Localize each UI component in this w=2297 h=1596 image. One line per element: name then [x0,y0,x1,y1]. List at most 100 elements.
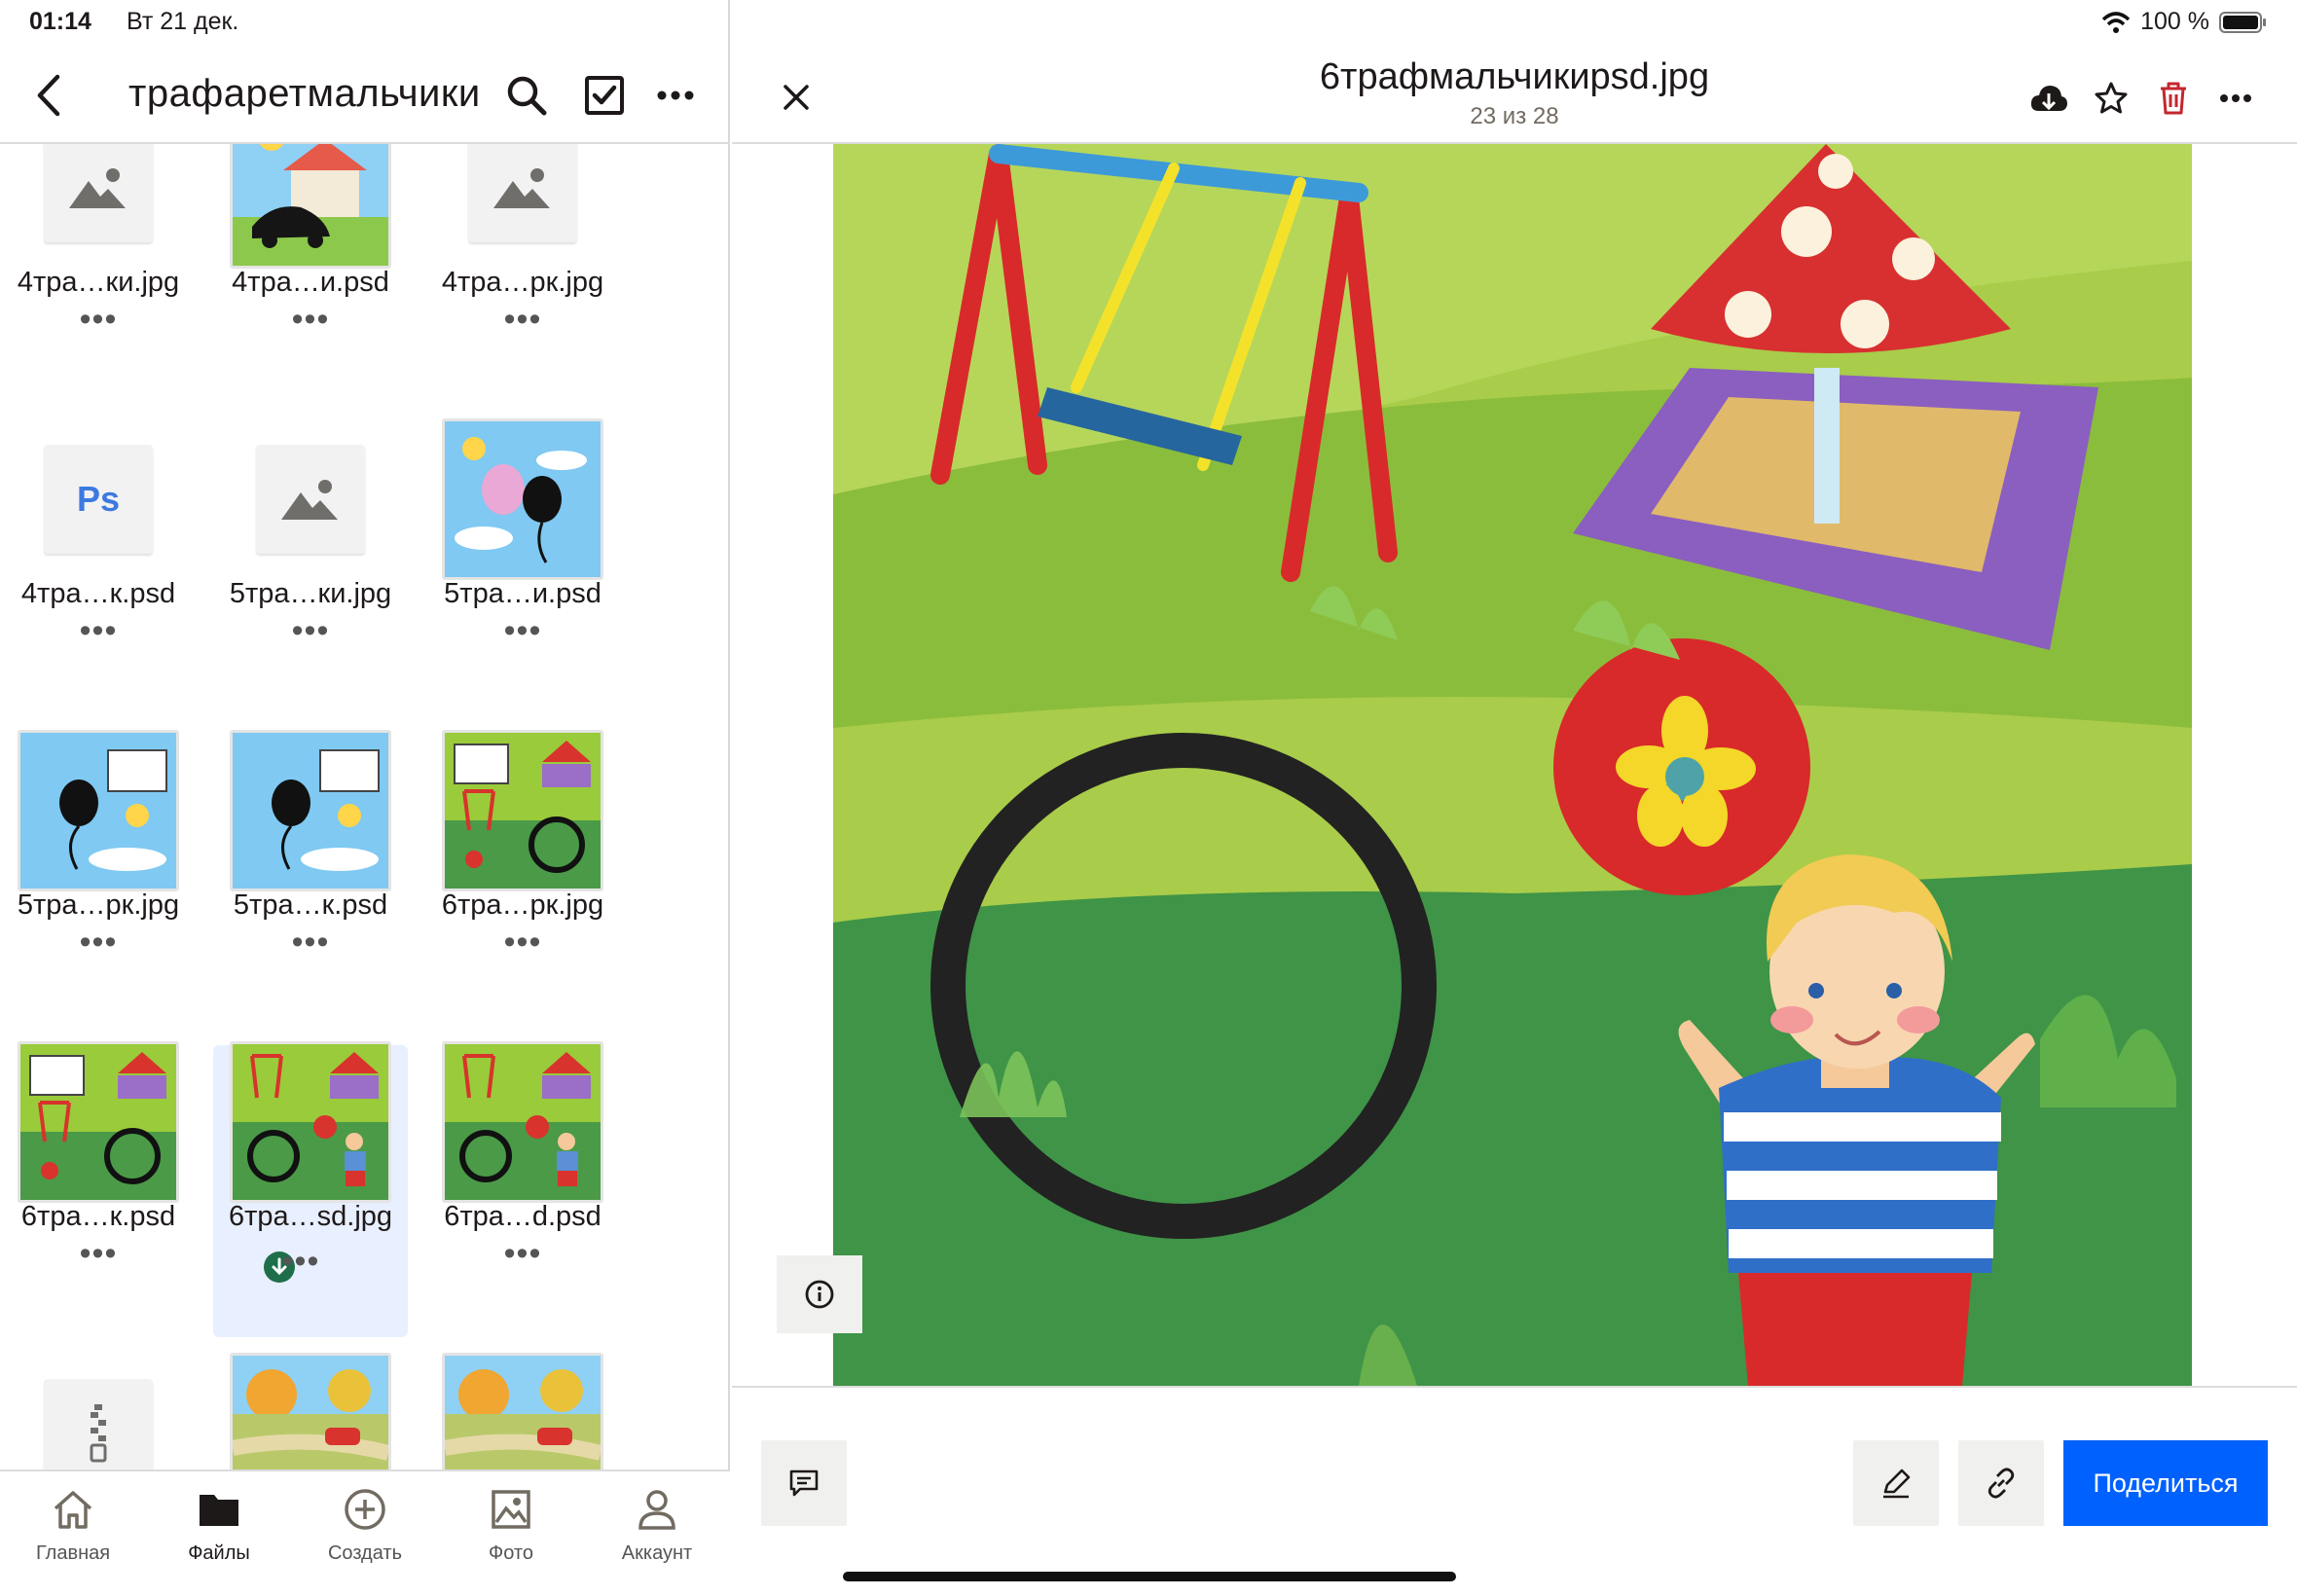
chevron-left-icon [37,74,60,117]
file-tile[interactable]: Ps 4тра…к.psd ••• [1,407,196,699]
file-name: 5тра…к.psd [233,889,388,921]
file-thumbnail [16,728,181,893]
file-tile[interactable]: 5тра…рк.jpg ••• [1,718,196,1010]
delete-button[interactable] [2151,76,2196,121]
file-thumbnail [440,417,605,582]
playground-illustration [833,144,2192,1386]
info-button[interactable] [777,1255,862,1333]
tab-label: Создать [327,1542,402,1564]
person-icon [638,1490,675,1530]
plus-circle-icon [345,1489,385,1530]
viewer-more-button[interactable] [2213,76,2258,121]
file-name: 4тра…и.psd [232,267,389,298]
share-button[interactable]: Поделиться [2063,1440,2268,1526]
file-name: 5тра…ки.jpg [229,578,392,609]
file-more-button[interactable]: ••• [425,1237,620,1270]
photo-icon [492,1490,530,1529]
cloud-download-icon [2030,86,2067,111]
balloon-preview [445,421,601,577]
file-tile[interactable]: 6тра…рк.jpg ••• [425,718,620,1010]
file-more-button[interactable]: ••• [213,303,408,336]
file-name: 6тра…рк.jpg [441,889,604,921]
generic-image-icon [281,480,338,520]
file-thumbnail [440,1039,605,1205]
checkbox-icon [585,76,624,115]
battery-icon [2219,11,2266,33]
viewer-footer: Поделиться [732,1386,2297,1596]
ball [1553,638,1810,895]
info-icon [805,1280,834,1309]
tab-files[interactable]: Файлы [146,1487,292,1565]
star-button[interactable] [2089,76,2133,121]
file-tile[interactable] [1,1341,196,1469]
copy-link-button[interactable] [1958,1440,2044,1526]
tab-photos[interactable]: Фото [438,1487,584,1565]
folder-title: трафаретмальчики [128,72,481,115]
file-tile[interactable]: 5тра…и.psd ••• [425,407,620,699]
file-tile[interactable]: 4тра…ки.jpg ••• [1,144,196,387]
playground-boy-preview [445,1044,601,1200]
file-tile[interactable]: 5тра…к.psd ••• [213,718,408,1010]
file-name: 6тра…d.psd [444,1201,602,1232]
file-thumbnail [228,728,393,893]
tab-account[interactable]: Аккаунт [584,1487,730,1565]
tab-label: Аккаунт [621,1542,693,1564]
file-more-button[interactable]: ••• [1,1237,196,1270]
file-grid: 4тра…ки.jpg ••• 4тра…и.psd ••• 4тра…рк.j… [0,144,730,1469]
file-thumbnail [16,1039,181,1205]
image-viewer [732,144,2297,1386]
file-tile[interactable] [213,1341,408,1469]
star-icon [2095,82,2128,114]
file-tile[interactable]: 6тра…к.psd ••• [1,1030,196,1322]
file-thumbnail [228,1351,393,1469]
balloon-sign-preview [20,733,176,889]
tab-bar: Главная Файлы Создать Фото Аккаунт [0,1469,730,1596]
search-button[interactable] [499,68,554,123]
tab-label: Файлы [188,1542,250,1564]
home-icon [54,1491,92,1529]
status-right: 100 % [2101,8,2268,36]
file-more-button[interactable]: ••• [425,614,620,647]
select-button[interactable] [577,68,632,123]
file-tile[interactable]: 4тра…рк.jpg ••• [425,144,620,387]
file-tile[interactable]: 6тра…d.psd ••• [425,1030,620,1322]
tab-label: Главная [35,1542,111,1564]
file-browser-header: трафаретмальчики [0,47,730,144]
file-name: 6тра…sd.jpg [228,1201,393,1232]
back-button[interactable] [21,68,76,123]
viewer-header: 6трафмальчикиpsd.jpg 23 из 28 [732,47,2297,144]
file-name: 6тра…к.psd [20,1201,176,1232]
file-thumbnail [440,1351,605,1469]
comment-button[interactable] [761,1440,847,1526]
tab-home[interactable]: Главная [0,1487,146,1565]
house-car-preview [233,144,388,266]
download-button[interactable] [2026,76,2071,121]
file-tile-selected[interactable]: 6тра…sd.jpg ••• [213,1041,408,1337]
tab-create[interactable]: Создать [292,1487,438,1565]
pencil-icon [1883,1469,1911,1499]
file-more-button[interactable]: ••• [242,1245,359,1278]
file-name: 5тра…рк.jpg [17,889,180,921]
file-more-button[interactable]: ••• [1,614,196,647]
file-more-button[interactable]: ••• [213,925,408,959]
file-thumbnail [440,728,605,893]
file-more-button[interactable]: ••• [213,614,408,647]
file-thumbnail [16,1351,181,1469]
file-name: 4тра…рк.jpg [441,267,604,298]
file-tile[interactable]: 5тра…ки.jpg ••• [213,407,408,699]
file-more-button[interactable]: ••• [1,303,196,336]
file-thumbnail [440,144,605,271]
file-more-button[interactable]: ••• [425,925,620,959]
file-name: 5тра…и.psd [444,578,602,609]
wifi-icon [2101,11,2131,33]
edit-button[interactable] [1853,1440,1939,1526]
file-tile[interactable]: 4тра…и.psd ••• [213,144,408,387]
file-tile[interactable] [425,1341,620,1469]
file-more-button[interactable]: ••• [1,925,196,959]
photoshop-icon: Ps [76,479,121,519]
file-more-button[interactable]: ••• [425,303,620,336]
link-icon [1987,1468,2015,1499]
file-thumbnail [16,144,181,271]
search-icon [507,76,547,116]
more-options-button[interactable] [648,68,703,123]
